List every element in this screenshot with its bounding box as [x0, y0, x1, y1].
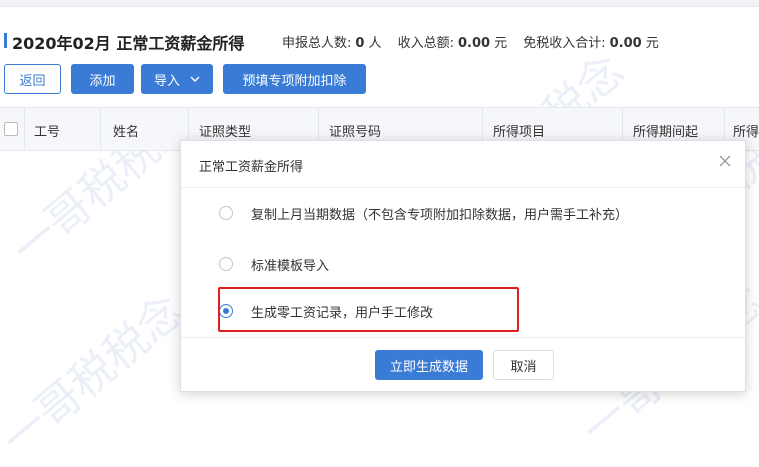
select-all-checkbox[interactable] [4, 122, 18, 136]
column-header-period-start[interactable]: 所得期间起 [633, 121, 698, 140]
column-header-income-item[interactable]: 所得项目 [493, 121, 545, 140]
option-label: 复制上月当期数据（不包含专项附加扣除数据，用户需手工补充） [251, 207, 629, 223]
summary-bar: 申报总人数: 0 人 收入总额: 0.00 元 免税收入合计: 0.00 元 [282, 32, 659, 51]
generate-now-label: 立即生成数据 [389, 359, 468, 375]
import-button-label: 导入 [153, 73, 180, 89]
column-header-id-number[interactable]: 证照号码 [329, 121, 381, 140]
cancel-button[interactable]: 取消 [493, 350, 554, 380]
generate-now-button[interactable]: 立即生成数据 [375, 350, 483, 380]
dialog-footer-divider [181, 337, 745, 338]
import-dropdown-button[interactable]: 导入 [141, 64, 213, 94]
page-title: 2020年02月 正常工资薪金所得 [12, 34, 245, 53]
taxfree-unit: 元 [645, 36, 659, 51]
column-header-income-truncated[interactable]: 所得 [733, 121, 759, 140]
option-copy-last-month[interactable]: 复制上月当期数据（不包含专项附加扣除数据，用户需手工补充） [219, 202, 628, 224]
radio-template-import[interactable] [219, 257, 233, 271]
column-header-id-type[interactable]: 证照类型 [199, 121, 251, 140]
back-button[interactable]: 返回 [4, 64, 61, 94]
close-icon[interactable] [717, 153, 733, 169]
generate-data-dialog: 正常工资薪金所得 复制上月当期数据（不包含专项附加扣除数据，用户需手工补充） 标… [180, 140, 746, 392]
watermark: 一哥税税念 [0, 285, 194, 466]
income-unit: 元 [494, 36, 508, 51]
column-divider [24, 108, 25, 150]
declare-count-label: 申报总人数: [282, 36, 352, 51]
top-bar [0, 0, 759, 7]
highlight-annotation-box [218, 287, 519, 332]
add-button[interactable]: 添加 [71, 64, 134, 94]
dialog-header: 正常工资薪金所得 [181, 141, 745, 188]
chevron-down-icon [190, 74, 200, 85]
taxfree-label: 免税收入合计: [523, 36, 606, 51]
add-button-label: 添加 [89, 73, 116, 89]
title-accent-bar [4, 33, 7, 48]
taxfree-value: 0.00 [609, 36, 642, 51]
dialog-title: 正常工资薪金所得 [199, 160, 304, 175]
prefill-button-label: 预填专项附加扣除 [242, 73, 347, 89]
column-header-name[interactable]: 姓名 [113, 121, 139, 140]
cancel-label: 取消 [510, 359, 537, 375]
option-template-import[interactable]: 标准模板导入 [219, 253, 329, 275]
income-label: 收入总额: [397, 36, 454, 51]
radio-copy-last-month[interactable] [219, 206, 233, 220]
back-button-label: 返回 [19, 73, 46, 89]
declare-count-unit: 人 [368, 36, 382, 51]
declare-count-value: 0 [355, 36, 365, 51]
option-label: 标准模板导入 [251, 258, 330, 274]
income-value: 0.00 [457, 36, 491, 51]
column-divider [100, 108, 101, 150]
column-header-employee-id[interactable]: 工号 [34, 121, 60, 140]
prefill-deduction-button[interactable]: 预填专项附加扣除 [223, 64, 366, 94]
